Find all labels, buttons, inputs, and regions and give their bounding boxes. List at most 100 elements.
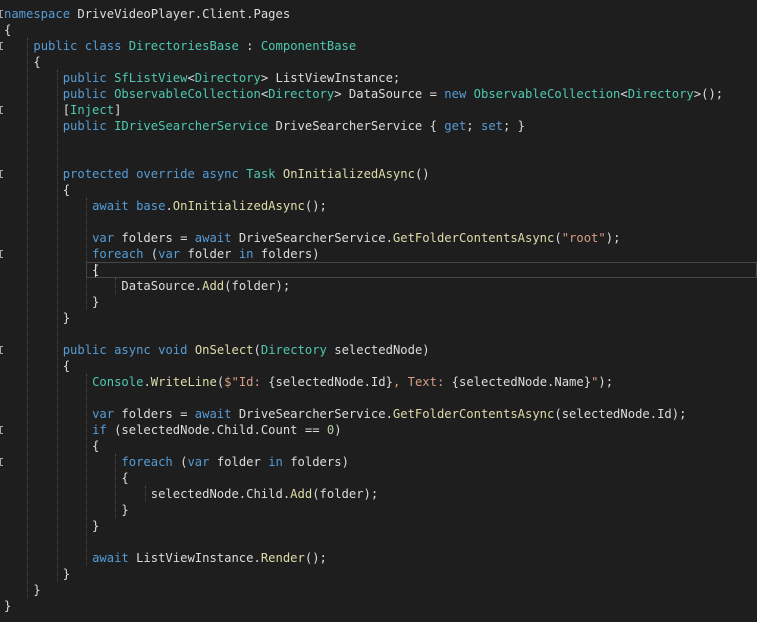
- collapse-region-icon[interactable]: [0, 458, 3, 466]
- code-line[interactable]: {: [4, 54, 40, 70]
- code-token: }: [4, 583, 41, 597]
- code-token: Console: [92, 375, 144, 389]
- code-line[interactable]: public async void OnSelect(Directory sel…: [4, 342, 430, 358]
- collapse-region-icon[interactable]: [0, 170, 3, 178]
- code-token: selectedNode): [326, 343, 430, 357]
- code-token: <: [187, 71, 195, 85]
- code-token: (selectedNode.Id);: [554, 407, 687, 421]
- code-line[interactable]: [Inject]: [4, 102, 122, 118]
- code-line[interactable]: Console.WriteLine($"Id: {selectedNode.Id…: [4, 374, 613, 390]
- code-token: async: [114, 343, 151, 357]
- code-token: DriveSearcherService.: [231, 231, 393, 245]
- code-token: (selectedNode.Child.Count ==: [106, 423, 327, 437]
- code-token: folders): [253, 247, 320, 261]
- code-token: var: [92, 407, 115, 421]
- code-token: protected: [62, 167, 129, 181]
- code-line[interactable]: }: [4, 310, 70, 326]
- code-line[interactable]: }: [4, 518, 99, 534]
- code-token: (: [253, 343, 261, 357]
- code-token: class: [84, 39, 122, 53]
- code-token: var: [92, 231, 115, 245]
- code-token: }: [4, 599, 12, 613]
- code-token: Directory: [627, 87, 694, 101]
- code-token: > ListViewInstance;: [260, 71, 401, 85]
- collapse-region-icon[interactable]: [0, 106, 3, 114]
- collapse-region-icon[interactable]: [0, 426, 3, 434]
- code-line[interactable]: foreach (var folder in folders): [4, 246, 320, 262]
- code-line[interactable]: {: [4, 182, 70, 198]
- code-line[interactable]: {: [4, 438, 99, 454]
- code-token: );: [598, 375, 614, 389]
- code-token: folder: [180, 247, 239, 261]
- code-line[interactable]: }: [4, 598, 11, 614]
- code-token: GetFolderContentsAsync: [392, 231, 555, 245]
- code-token: folders =: [114, 231, 195, 245]
- code-line[interactable]: var folders = await DriveSearcherService…: [4, 230, 620, 246]
- collapse-region-icon[interactable]: [0, 250, 3, 258]
- code-token: await: [92, 199, 129, 213]
- code-token: Directory: [268, 87, 335, 101]
- current-line-highlight: [86, 262, 757, 278]
- code-token: get: [444, 119, 467, 133]
- code-line[interactable]: protected override async Task OnInitiali…: [4, 166, 430, 182]
- code-line[interactable]: }: [4, 566, 70, 582]
- code-token: folder: [209, 455, 269, 469]
- code-line[interactable]: await base.OnInitializedAsync();: [4, 198, 327, 214]
- code-line[interactable]: {: [4, 22, 11, 38]
- code-token: }: [4, 503, 129, 517]
- code-token: ): [334, 423, 342, 437]
- collapse-region-icon[interactable]: [0, 10, 3, 18]
- code-token: ]: [114, 103, 122, 117]
- code-token: await: [194, 231, 232, 245]
- collapse-region-icon[interactable]: [0, 42, 3, 50]
- code-token: SfListView: [114, 71, 188, 85]
- code-token: ObservableCollection: [473, 87, 621, 101]
- code-token: override: [136, 167, 195, 181]
- code-line[interactable]: }: [4, 582, 41, 598]
- code-editor[interactable]: namespace DriveVideoPlayer.Client.Pages{…: [0, 0, 757, 622]
- code-line[interactable]: public ObservableCollection<Directory> D…: [4, 86, 723, 102]
- code-line[interactable]: var folders = await DriveSearcherService…: [4, 406, 686, 422]
- code-token: DriveSearcherService {: [268, 119, 445, 133]
- code-line[interactable]: foreach (var folder in folders): [4, 454, 349, 470]
- code-line[interactable]: }: [4, 294, 99, 310]
- code-token: public: [62, 71, 107, 85]
- code-line[interactable]: public class DirectoriesBase : Component…: [4, 38, 356, 54]
- code-token: DirectoriesBase: [128, 39, 239, 53]
- code-token: WriteLine: [150, 375, 217, 389]
- collapse-region-icon[interactable]: [0, 346, 3, 354]
- code-line[interactable]: {: [4, 470, 128, 486]
- code-line[interactable]: namespace DriveVideoPlayer.Client.Pages: [4, 6, 290, 22]
- code-token: Inject: [70, 103, 115, 117]
- code-token: (folder);: [224, 279, 291, 293]
- code-token: Directory: [260, 343, 327, 357]
- code-line[interactable]: DataSource.Add(folder);: [4, 278, 290, 294]
- code-line[interactable]: {: [4, 262, 99, 278]
- code-line[interactable]: await ListViewInstance.Render();: [4, 550, 327, 566]
- code-line[interactable]: public SfListView<Directory> ListViewIns…: [4, 70, 401, 86]
- code-token: new: [444, 87, 467, 101]
- code-token: in: [268, 455, 283, 469]
- code-line[interactable]: {: [4, 358, 70, 374]
- code-token: {selectedNode.Name}: [451, 375, 592, 389]
- code-token: .: [165, 199, 173, 213]
- code-line[interactable]: if (selectedNode.Child.Count == 0): [4, 422, 342, 438]
- code-token: Directory: [194, 71, 261, 85]
- code-line[interactable]: selectedNode.Child.Add(folder);: [4, 486, 379, 502]
- code-line[interactable]: public IDriveSearcherService DriveSearch…: [4, 118, 525, 134]
- code-line[interactable]: }: [4, 502, 129, 518]
- code-token: public: [62, 119, 107, 133]
- code-token: foreach: [121, 455, 173, 469]
- code-token: ;: [466, 119, 481, 133]
